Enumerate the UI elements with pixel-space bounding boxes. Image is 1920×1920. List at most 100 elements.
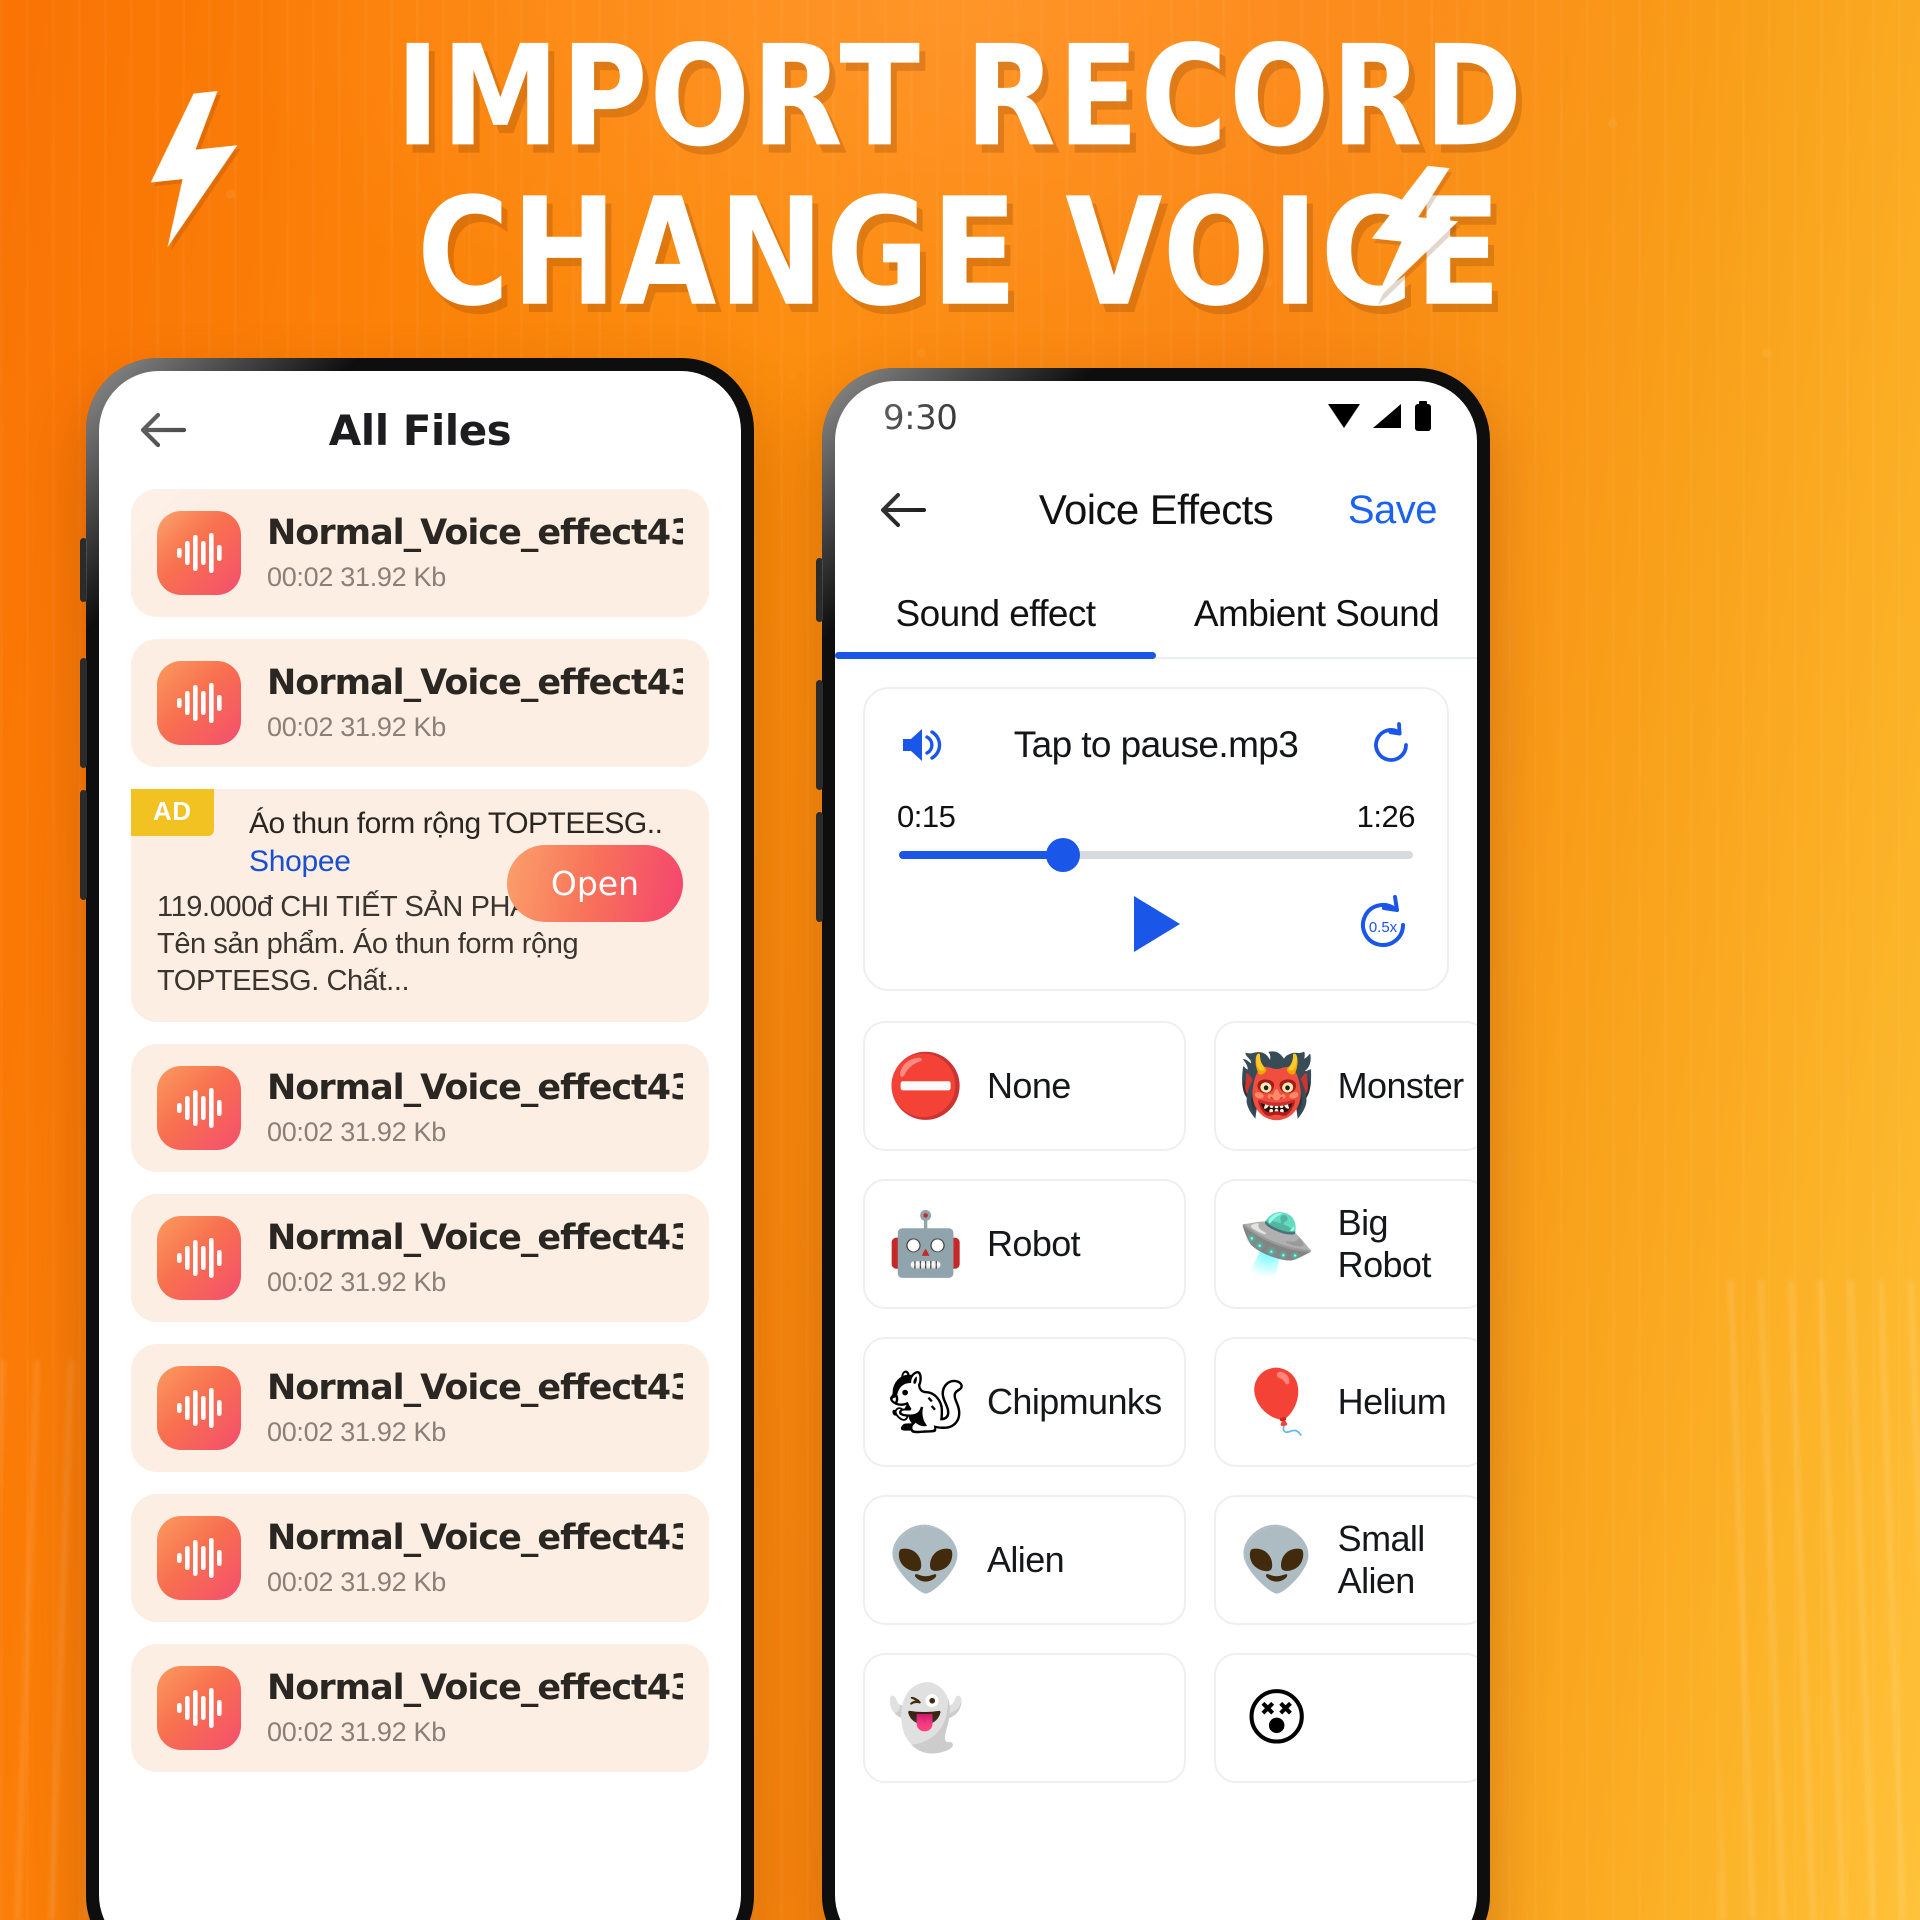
effect-label: Chipmunks — [987, 1381, 1162, 1422]
advertisement-card[interactable]: AD Áo thun form rộng TOPTEESG.. Shopee 1… — [131, 789, 709, 1023]
player-file-name: Tap to pause.mp3 — [1013, 724, 1299, 765]
audio-waveform-icon — [157, 1366, 241, 1451]
phone-mockup-voice-effects: 9:30 Voice Effects Save Sound effect Amb… — [816, 368, 1490, 1920]
list-item[interactable]: Normal_Voice_effect43653 00:02 31.92 Kb — [131, 639, 709, 767]
ad-title: Áo thun form rộng TOPTEESG.. — [249, 807, 663, 840]
hot-air-balloon-icon: 🎈 — [1238, 1365, 1316, 1438]
effect-item-small-alien[interactable]: 👽 Small Alien — [1213, 1495, 1477, 1625]
reload-icon[interactable] — [1363, 717, 1419, 773]
file-meta: 00:02 31.92 Kb — [267, 562, 446, 592]
effect-label: Alien — [987, 1539, 1065, 1580]
effect-item-alien[interactable]: 👽 Alien — [863, 1495, 1186, 1625]
audio-player: Tap to pause.mp3 0:15 1:26 0.5x — [863, 687, 1449, 991]
effects-grid: ⛔ None 👹 Monster 🤖 Robot 🛸 Big Robot 🐿 C… — [835, 991, 1477, 1783]
effect-item-ghost[interactable]: 👻 — [863, 1653, 1186, 1783]
ghost-icon: 👻 — [887, 1681, 965, 1754]
file-name: Normal_Voice_effect43653… — [267, 513, 683, 553]
phone-side-button[interactable] — [80, 538, 87, 602]
file-meta: 00:02 31.92 Kb — [267, 1717, 446, 1748]
no-entry-icon: ⛔ — [887, 1049, 965, 1122]
list-item[interactable]: Normal_Voice_effect43653 00:02 31.92 Kb — [131, 1044, 709, 1173]
phone-volume-down-button[interactable] — [80, 790, 87, 900]
file-name: Normal_Voice_effect43653… — [267, 1218, 683, 1259]
audio-waveform-icon — [157, 1216, 241, 1301]
screen-voice-effects: 9:30 Voice Effects Save Sound effect Amb… — [835, 381, 1477, 1920]
screen-all-files: All Files Normal_Voice_effect43 00:02 31… — [99, 371, 741, 1920]
headline-line-2: CHANGE VOICE — [416, 166, 1504, 340]
tab-ambient-sound[interactable]: Ambient Sound — [1156, 575, 1477, 657]
effect-item-chipmunks[interactable]: 🐿 Chipmunks — [863, 1337, 1186, 1467]
file-name: Normal_Voice_effect43653 — [267, 1068, 683, 1109]
phone-volume-up-button[interactable] — [80, 658, 87, 768]
status-bar-time: 9:30 — [883, 398, 958, 438]
effect-item-dizzy[interactable]: 😵 — [1213, 1653, 1477, 1783]
list-item[interactable]: Normal_Voice_effect43653 00:02 31.92 Kb — [131, 1344, 709, 1473]
alien-icon: 👽 — [887, 1523, 965, 1596]
file-name: Normal_Voice_effect43653… — [267, 1668, 683, 1709]
playback-speed-button[interactable]: 0.5x — [1351, 893, 1415, 962]
list-item[interactable]: Normal_Voice_effect43653… 00:02 31.92 Kb — [131, 1194, 709, 1323]
promo-banner: IMPORT RECORD CHANGE VOICE All Files Nor… — [0, 0, 1920, 1920]
small-alien-icon: 👽 — [1238, 1523, 1316, 1596]
effect-item-none[interactable]: ⛔ None — [863, 1021, 1186, 1151]
ad-open-button[interactable]: Open — [506, 845, 683, 922]
progress-fill — [899, 851, 1064, 859]
effect-label: Monster — [1337, 1065, 1464, 1106]
audio-waveform-icon — [157, 661, 241, 745]
effect-label: Helium — [1337, 1381, 1447, 1422]
file-name: Normal_Voice_effect43653 — [267, 663, 683, 703]
audio-waveform-icon — [157, 1066, 241, 1151]
dizzy-face-icon: 😵 — [1244, 1681, 1309, 1754]
effect-item-monster[interactable]: 👹 Monster — [1213, 1021, 1477, 1151]
save-button[interactable]: Save — [1348, 488, 1438, 533]
promo-headline: IMPORT RECORD CHANGE VOICE — [0, 25, 1920, 332]
effect-label: Small Alien — [1337, 1518, 1426, 1601]
list-item[interactable]: Normal_Voice_effect43653… 00:02 31.92 Kb — [131, 489, 709, 617]
player-controls: 0.5x — [893, 893, 1419, 959]
battery-icon — [1413, 400, 1433, 436]
phone-volume-up-button[interactable] — [816, 680, 823, 790]
svg-text:0.5x: 0.5x — [1369, 919, 1398, 936]
effect-label: Big Robot — [1337, 1202, 1432, 1285]
effect-item-helium[interactable]: 🎈 Helium — [1213, 1337, 1477, 1467]
effect-label: None — [987, 1065, 1071, 1106]
effect-item-big-robot[interactable]: 🛸 Big Robot — [1213, 1179, 1477, 1309]
all-files-header: All Files — [99, 371, 741, 489]
file-name: Normal_Voice_effect43653 — [267, 1518, 683, 1559]
speaker-icon[interactable] — [893, 717, 949, 773]
background-stripes-right — [1720, 1280, 1920, 1920]
player-times: 0:15 1:26 — [893, 799, 1419, 835]
robot-icon: 🤖 — [887, 1207, 965, 1280]
tab-sound-effect[interactable]: Sound effect — [835, 575, 1156, 659]
effect-label: Robot — [987, 1223, 1081, 1264]
total-time: 1:26 — [1356, 799, 1416, 834]
phone-mockup-all-files: All Files Normal_Voice_effect43 00:02 31… — [80, 358, 754, 1920]
ad-badge: AD — [131, 789, 214, 836]
progress-slider[interactable] — [899, 838, 1413, 872]
file-meta: 00:02 31.92 Kb — [267, 1117, 446, 1148]
big-robot-icon: 🛸 — [1238, 1207, 1316, 1280]
file-meta: 00:02 31.92 Kb — [267, 712, 446, 742]
status-bar-icons — [1327, 400, 1433, 436]
list-item[interactable]: Normal_Voice_effect43653 00:02 31.92 Kb — [131, 1494, 709, 1623]
progress-knob[interactable] — [1046, 838, 1081, 872]
monster-icon: 👹 — [1238, 1049, 1316, 1122]
tab-bar: Sound effect Ambient Sound — [835, 575, 1477, 659]
audio-waveform-icon — [157, 511, 241, 595]
file-list: Normal_Voice_effect43653… 00:02 31.92 Kb — [99, 489, 741, 1773]
current-time: 0:15 — [897, 799, 956, 834]
file-meta: 00:02 31.92 Kb — [267, 1267, 446, 1298]
wifi-icon — [1327, 402, 1361, 435]
signal-icon — [1371, 402, 1403, 435]
file-meta: 00:02 31.92 Kb — [267, 1567, 446, 1598]
phone-volume-down-button[interactable] — [816, 812, 823, 922]
audio-waveform-icon — [157, 1666, 241, 1751]
play-icon[interactable] — [1126, 892, 1186, 961]
effect-item-robot[interactable]: 🤖 Robot — [863, 1179, 1186, 1309]
phone-side-button[interactable] — [816, 558, 823, 622]
list-item[interactable]: Normal_Voice_effect43653… 00:02 31.92 Kb — [131, 1644, 709, 1773]
file-meta: 00:02 31.92 Kb — [267, 1417, 446, 1448]
headline-line-1: IMPORT RECORD — [395, 14, 1525, 178]
file-name: Normal_Voice_effect43653 — [267, 1368, 683, 1409]
voice-effects-header: Voice Effects Save — [835, 455, 1477, 565]
